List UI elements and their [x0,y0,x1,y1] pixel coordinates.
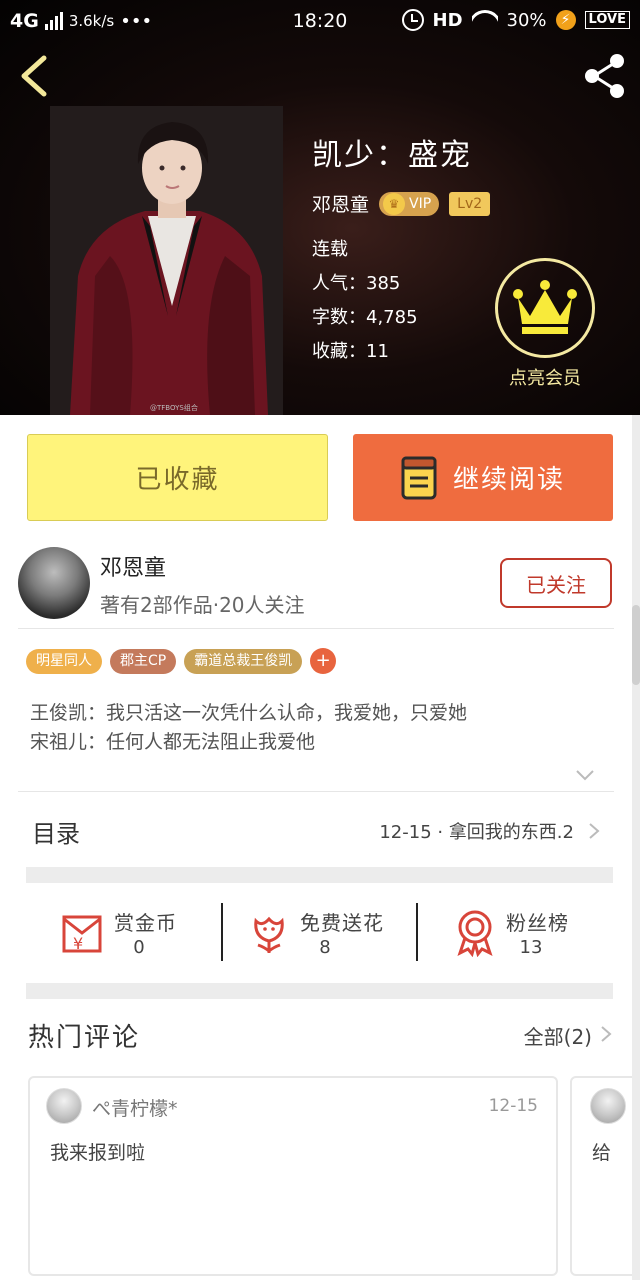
section-separator [26,867,613,883]
tag-item[interactable]: 郡主CP [110,648,177,674]
divider [416,903,418,961]
tag-list: 明星同人 郡主CP 霸道总裁王俊凯 + [26,648,337,674]
book-icon [401,456,437,499]
free-flower-reward[interactable]: 免费送花 8 [244,901,434,971]
chevron-down-icon [576,770,594,781]
vip-label: VIP [409,195,432,212]
reward-value: 13 [519,937,543,958]
chevron-right-icon [589,823,600,839]
favorites-row: 收藏：11 [312,335,490,369]
reward-label: 赏金币 [114,911,177,935]
wifi-icon [471,10,498,30]
cover-image: @TFBOYS组合 [50,106,283,415]
red-envelope-icon: ¥ [62,915,102,953]
comment-card[interactable]: 给 [570,1076,640,1276]
level-badge: Lv2 [449,191,491,216]
status-right: HD 30% ⚡ LOVE [401,9,630,31]
description-line: 宋祖儿：任何人都无法阻止我爱他 [30,731,316,753]
author-name[interactable]: 邓恩童 [100,550,166,582]
vip-crown-icon: ♛ [383,192,406,215]
book-info: 凯少：盛宠 邓恩童 ♛ VIP Lv2 连载 人气：385 字数：4,785 收… [312,130,491,369]
book-title: 凯少：盛宠 [312,138,472,173]
all-comments-link[interactable]: 全部(2) [524,1021,592,1050]
reward-label: 粉丝榜 [506,911,569,935]
divider [18,628,614,629]
favorites-label: 收藏： [312,341,366,362]
section-separator [26,983,613,999]
serial-status: 连载 [312,239,348,260]
follow-button[interactable]: 已关注 [500,558,612,608]
vip-badge: ♛ VIP [379,191,440,216]
author-meta: 著有2部作品·20人关注 [100,593,305,617]
book-author[interactable]: 邓恩童 [312,190,369,217]
hot-comments-title: 热门评论 [28,1023,141,1053]
crown-icon [513,280,577,334]
book-stats: 连载 人气：385 字数：4,785 收藏：11 [312,233,490,369]
latest-chapter: 12-15 · 拿回我的东西.2 [379,822,574,843]
scrollbar-thumb[interactable] [632,605,640,685]
favorited-button[interactable]: 已收藏 [27,434,328,521]
add-tag-button[interactable]: + [310,648,337,674]
scrollbar[interactable] [632,415,640,1280]
comment-text: 给 [592,1142,612,1164]
gold-coin-reward[interactable]: ¥ 赏金币 0 [58,901,248,971]
reward-bar: ¥ 赏金币 0 免费送花 8 粉丝榜 13 [0,885,632,985]
table-of-contents-row[interactable]: 目录 12-15 · 拿回我的东西.2 [18,792,614,870]
commenter-avatar[interactable] [590,1088,626,1124]
book-detail-content: 已收藏 继续阅读 邓恩童 著有2部作品·20人关注 已关注 明星同人 郡主CP … [0,415,640,1280]
toc-label: 目录 [32,820,80,848]
chevron-right-icon [601,1026,612,1042]
share-button[interactable] [580,52,628,100]
battery-percent: 30% [506,9,547,31]
favorites-value: 11 [366,341,389,362]
back-icon [21,55,47,97]
commenter-avatar[interactable] [46,1088,82,1124]
book-cover[interactable]: @TFBOYS组合 [50,106,283,415]
author-section: 邓恩童 著有2部作品·20人关注 已关注 [0,545,632,629]
avatar[interactable] [18,547,90,619]
member-label: 点亮会员 [509,368,581,389]
commenter-name[interactable]: ぺ青柠檬* [92,1094,178,1121]
reward-value: 8 [319,937,331,958]
medal-icon [457,910,493,957]
popularity-row: 人气：385 [312,267,490,301]
comment-date: 12-15 [488,1096,538,1116]
share-icon [585,54,624,98]
member-button[interactable]: 点亮会员 [490,258,600,390]
cover-caption: @TFBOYS组合 [150,403,198,412]
comment-text: 我来报到啦 [50,1142,146,1164]
popularity-value: 385 [366,273,401,294]
expand-description-button[interactable] [575,767,595,781]
fan-ranking[interactable]: 粉丝榜 13 [450,901,640,971]
member-badge [495,258,595,358]
back-button[interactable] [14,52,54,100]
author-row: 邓恩童 ♛ VIP Lv2 [312,190,491,217]
popularity-label: 人气： [312,273,366,294]
words-label: 字数： [312,307,366,328]
charging-icon: ⚡ [555,10,576,30]
continue-reading-button[interactable]: 继续阅读 [353,434,613,521]
words-value: 4,785 [366,307,418,328]
alarm-icon [401,9,424,31]
description-line: 王俊凯：我只活这一次凭什么认命，我爱她，只爱她 [30,702,468,724]
status-bar: 4G 3.6k/s ••• 18:20 HD 30% ⚡ LOVE [0,0,640,42]
words-row: 字数：4,785 [312,301,490,335]
divider [221,903,223,961]
book-description: 王俊凯：我只活这一次凭什么认命，我爱她，只爱她 宋祖儿：任何人都无法阻止我爱他 [30,699,610,757]
brand-logo: LOVE [584,11,630,29]
flower-icon [254,916,284,953]
continue-reading-label: 继续阅读 [452,465,565,495]
tag-item[interactable]: 霸道总裁王俊凯 [184,648,303,674]
book-header: 4G 3.6k/s ••• 18:20 HD 30% ⚡ LOVE @TFBOY… [0,0,640,415]
tag-item[interactable]: 明星同人 [26,648,102,674]
comment-card[interactable]: ぺ青柠檬* 12-15 我来报到啦 [28,1076,558,1276]
hot-comments-header: 热门评论 全部(2) [0,1005,632,1065]
reward-value: 0 [133,937,145,958]
svg-text:¥: ¥ [73,934,83,953]
hd-indicator: HD [432,9,463,31]
reward-label: 免费送花 [300,911,384,935]
